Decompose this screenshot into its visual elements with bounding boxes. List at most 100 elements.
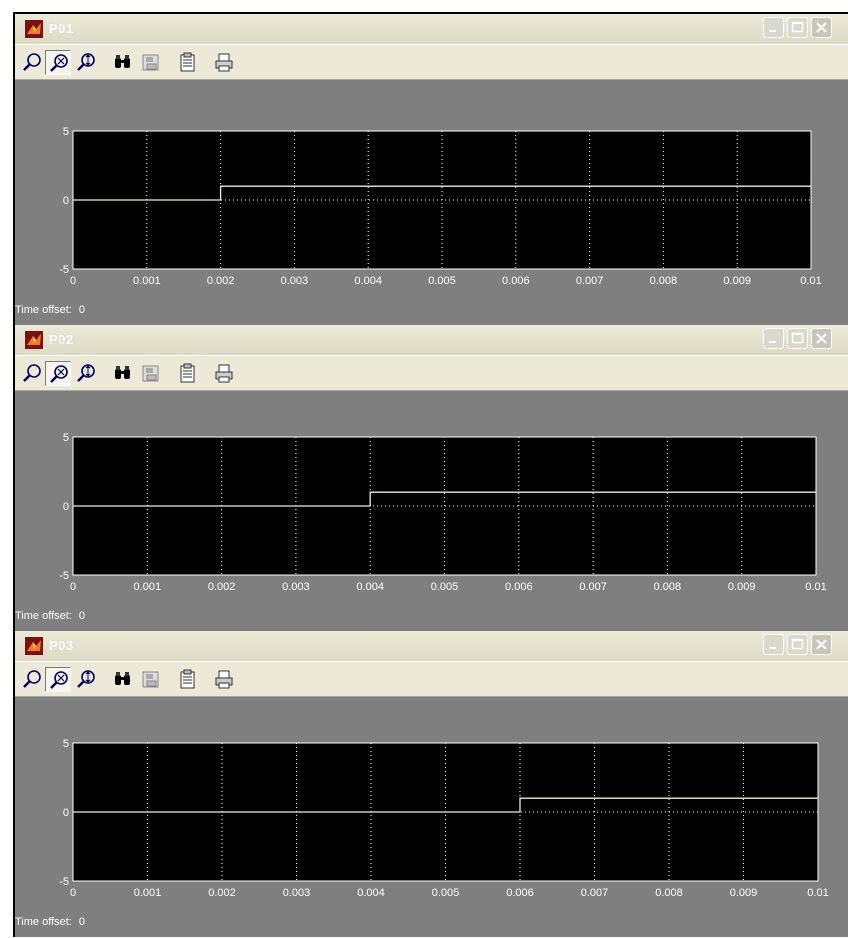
scope-parameters-button[interactable] [175, 50, 201, 75]
x-tick-label: 0.006 [502, 275, 530, 287]
matlab-app-icon [25, 331, 43, 349]
scopes-container: P01 0 0.001 0.002 0.003 0.004 0.005 0.006 0.007… [13, 12, 848, 937]
scope-parameters-button[interactable] [175, 361, 201, 386]
x-tick-label: 0.01 [807, 887, 828, 899]
time-offset-value: 0 [78, 916, 86, 928]
x-tick-label: 0.004 [356, 581, 384, 593]
y-tick-label: 0 [63, 195, 69, 207]
x-tick-label: 0.005 [428, 275, 456, 287]
close-button[interactable] [811, 17, 832, 38]
time-offset-value: 0 [78, 610, 86, 622]
title-bar[interactable]: P02 [15, 325, 848, 355]
print-button[interactable] [211, 667, 237, 692]
y-tick-label: 0 [63, 807, 69, 819]
save-axes-settings-button[interactable] [138, 361, 164, 386]
zoom-xy-button[interactable] [45, 667, 71, 692]
autoscale-binoculars-button[interactable] [110, 667, 136, 692]
time-offset-label: Time offset: [15, 916, 72, 928]
minimize-button[interactable] [763, 328, 784, 349]
time-offset: Time offset: 0 [15, 610, 85, 622]
maximize-button[interactable] [787, 328, 808, 349]
window-title: P03 [49, 638, 74, 653]
zoom-y-button[interactable] [73, 667, 99, 692]
x-tick-label: 0.003 [281, 275, 309, 287]
print-button[interactable] [211, 50, 237, 75]
x-tick-label: 0.001 [134, 887, 162, 899]
x-tick-label: 0 [70, 275, 76, 287]
x-tick-label: 0.004 [354, 275, 382, 287]
scope-window-p01: P01 0 0.001 0.002 0.003 0.004 0.005 0.006 0.007… [15, 14, 848, 325]
y-tick-label: 0 [63, 501, 69, 513]
autoscale-binoculars-button[interactable] [110, 50, 136, 75]
y-tick-label: 5 [63, 738, 69, 750]
x-tick-label: 0.007 [579, 581, 607, 593]
y-tick-label: -5 [59, 570, 69, 582]
zoom-y-button[interactable] [73, 50, 99, 75]
y-tick-label: 5 [63, 126, 69, 138]
x-tick-label: 0.002 [208, 581, 236, 593]
minimize-button[interactable] [763, 634, 784, 655]
scope-axes: 0 0.001 0.002 0.003 0.004 0.005 0.006 0.007 0.00… [59, 738, 828, 899]
zoom-xy-button[interactable] [45, 361, 71, 386]
x-tick-label: 0.005 [432, 887, 460, 899]
x-tick-label: 0.009 [728, 581, 756, 593]
zoom-in-button[interactable] [19, 361, 45, 386]
time-offset-value: 0 [78, 304, 86, 316]
maximize-button[interactable] [787, 17, 808, 38]
scope-toolbar [15, 661, 848, 697]
zoom-in-button[interactable] [19, 667, 45, 692]
window-title: P02 [49, 332, 74, 347]
minimize-button[interactable] [763, 17, 784, 38]
time-offset: Time offset: 0 [15, 916, 85, 928]
x-tick-label: 0.002 [207, 275, 235, 287]
scope-window-p03: P03 0 0.001 0.002 0.003 0.004 0.005 0.006 0.007… [15, 631, 848, 937]
x-tick-label: 0.005 [431, 581, 459, 593]
x-tick-label: 0.001 [134, 581, 162, 593]
scope-figure: 0 0.001 0.002 0.003 0.004 0.005 0.006 0.007 0.00… [15, 697, 848, 937]
matlab-app-icon [25, 637, 43, 655]
y-tick-label: -5 [59, 264, 69, 276]
y-tick-label: 5 [63, 432, 69, 444]
x-tick-label: 0.008 [655, 887, 683, 899]
x-tick-label: 0.009 [730, 887, 758, 899]
x-tick-label: 0.008 [654, 581, 682, 593]
x-tick-label: 0 [70, 581, 76, 593]
maximize-button[interactable] [787, 634, 808, 655]
x-tick-label: 0.01 [800, 275, 821, 287]
close-button[interactable] [811, 328, 832, 349]
scope-axes: 0 0.001 0.002 0.003 0.004 0.005 0.006 0.007 0.00… [59, 126, 821, 287]
zoom-xy-button[interactable] [45, 50, 71, 75]
save-axes-settings-button[interactable] [138, 50, 164, 75]
scope-window-p02: P02 0 0.001 0.002 0.003 0.004 0.005 0.006 0.007… [15, 325, 848, 631]
x-tick-label: 0.003 [283, 887, 311, 899]
x-tick-label: 0.006 [506, 887, 534, 899]
scope-figure: 0 0.001 0.002 0.003 0.004 0.005 0.006 0.007 0.00… [15, 80, 848, 325]
x-tick-label: 0.001 [133, 275, 161, 287]
x-tick-label: 0.004 [357, 887, 385, 899]
time-offset-label: Time offset: [15, 304, 72, 316]
x-tick-label: 0.01 [805, 581, 826, 593]
zoom-in-button[interactable] [19, 50, 45, 75]
scope-toolbar [15, 44, 848, 80]
x-tick-label: 0.008 [650, 275, 678, 287]
scope-parameters-button[interactable] [175, 667, 201, 692]
close-button[interactable] [811, 634, 832, 655]
zoom-y-button[interactable] [73, 361, 99, 386]
scope-figure: 0 0.001 0.002 0.003 0.004 0.005 0.006 0.007 0.00… [15, 391, 848, 631]
time-offset: Time offset: 0 [15, 304, 85, 316]
window-title: P01 [49, 21, 74, 36]
title-bar[interactable]: P03 [15, 631, 848, 661]
x-tick-label: 0.009 [723, 275, 751, 287]
save-axes-settings-button[interactable] [138, 667, 164, 692]
x-tick-label: 0.007 [581, 887, 609, 899]
y-tick-label: -5 [59, 876, 69, 888]
x-tick-label: 0.007 [576, 275, 604, 287]
x-tick-label: 0.002 [208, 887, 236, 899]
x-tick-label: 0 [70, 887, 76, 899]
title-bar[interactable]: P01 [15, 14, 848, 44]
x-tick-label: 0.003 [282, 581, 310, 593]
print-button[interactable] [211, 361, 237, 386]
scope-toolbar [15, 355, 848, 391]
autoscale-binoculars-button[interactable] [110, 361, 136, 386]
x-tick-label: 0.006 [505, 581, 533, 593]
